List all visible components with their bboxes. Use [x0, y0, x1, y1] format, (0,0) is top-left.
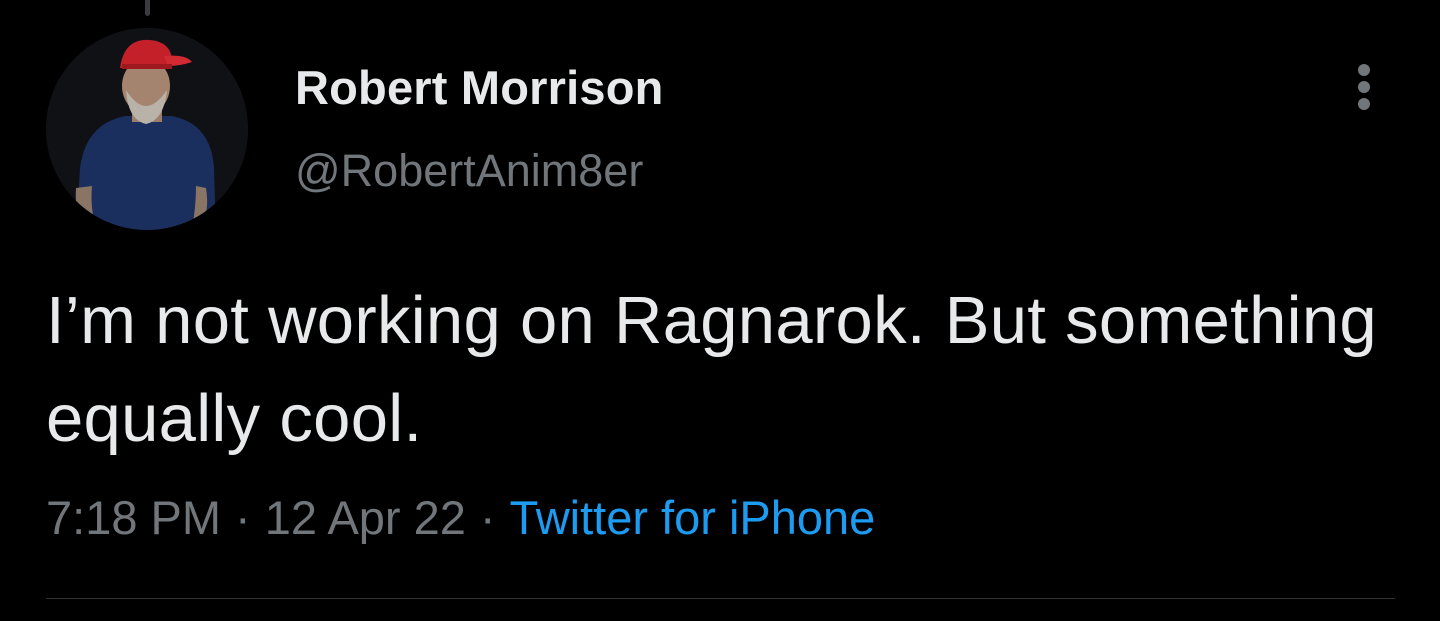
tweet-date[interactable]: 12 Apr 22 [265, 491, 466, 544]
avatar-photo [46, 28, 248, 230]
thread-connector-line [145, 0, 150, 16]
more-options-button[interactable] [1342, 60, 1386, 120]
avatar[interactable] [46, 28, 248, 230]
divider [46, 598, 1395, 599]
tweet-source-link[interactable]: Twitter for iPhone [510, 491, 876, 544]
tweet-text: I’m not working on Ragnarok. But somethi… [46, 283, 1377, 456]
meta-separator: · [235, 491, 251, 544]
tweet-metadata: 7:18 PM · 12 Apr 22 · Twitter for iPhone [46, 490, 875, 545]
meta-separator: · [479, 491, 496, 544]
tweet-time[interactable]: 7:18 PM [46, 491, 221, 544]
author-handle[interactable]: @RobertAnim8er [295, 145, 643, 197]
tweet-detail: Robert Morrison @RobertAnim8er I’m not w… [0, 0, 1440, 621]
author-display-name[interactable]: Robert Morrison [295, 60, 664, 115]
more-vertical-icon [1358, 64, 1370, 110]
